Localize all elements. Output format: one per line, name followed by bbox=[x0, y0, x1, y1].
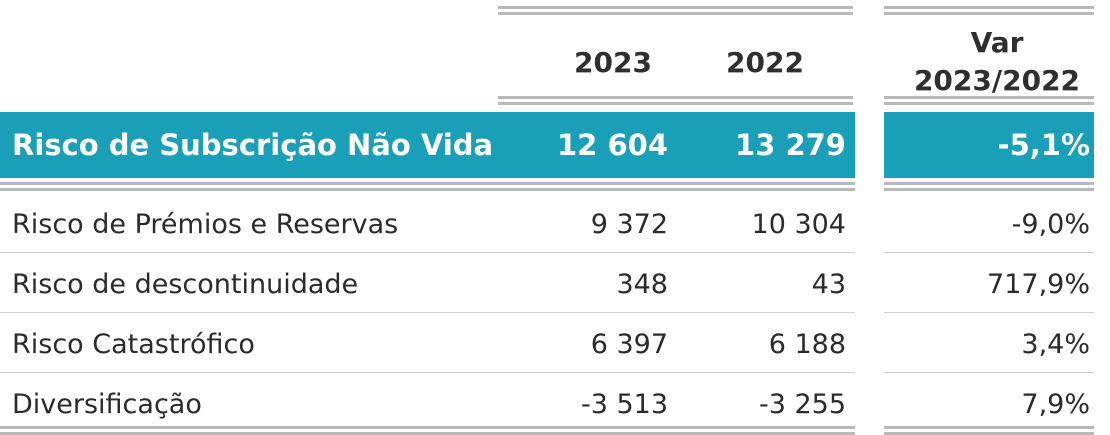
highlight-rule-right bbox=[884, 182, 1094, 191]
row-2023-value: 6 397 bbox=[590, 329, 668, 360]
row-2023-value: -3 513 bbox=[580, 389, 668, 420]
row-label: Diversificação bbox=[12, 389, 202, 420]
column-header-2023: 2023 bbox=[574, 46, 652, 79]
row-label: Risco de descontinuidade bbox=[12, 269, 359, 300]
column-header-var-line2: 2023/2022 bbox=[913, 64, 1081, 97]
row-label: Risco de Prémios e Reservas bbox=[12, 209, 399, 240]
highlight-row-var: -5,1% bbox=[997, 128, 1090, 162]
row-divider bbox=[0, 372, 855, 373]
row-2022-value: 43 bbox=[811, 269, 846, 300]
row-divider bbox=[884, 372, 1094, 373]
row-2022-value: 6 188 bbox=[768, 329, 846, 360]
column-header-2022: 2022 bbox=[726, 46, 804, 79]
row-divider bbox=[0, 312, 855, 313]
row-var-value: 717,9% bbox=[987, 269, 1090, 300]
bottom-rule-right bbox=[884, 426, 1094, 435]
row-divider bbox=[884, 252, 1094, 253]
top-rule-right bbox=[884, 6, 1094, 15]
highlight-row-2023: 12 604 bbox=[557, 128, 668, 162]
row-var-value: 7,9% bbox=[1021, 389, 1090, 420]
bottom-rule-left bbox=[0, 426, 855, 435]
top-rule-left bbox=[498, 6, 853, 15]
column-header-var-line1: Var bbox=[970, 26, 1024, 59]
row-label: Risco Catastrófico bbox=[12, 329, 255, 360]
row-divider bbox=[0, 252, 855, 253]
row-2022-value: -3 255 bbox=[758, 389, 846, 420]
row-var-value: 3,4% bbox=[1021, 329, 1090, 360]
header-rule-right bbox=[884, 96, 1094, 105]
highlight-rule-left bbox=[0, 182, 855, 191]
row-2023-value: 9 372 bbox=[590, 209, 668, 240]
header-rule-left bbox=[498, 96, 853, 105]
row-divider bbox=[884, 312, 1094, 313]
row-var-value: -9,0% bbox=[1011, 209, 1090, 240]
highlight-row-2022: 13 279 bbox=[735, 128, 846, 162]
highlight-row-label: Risco de Subscrição Não Vida bbox=[12, 128, 494, 162]
row-2022-value: 10 304 bbox=[751, 209, 846, 240]
row-2023-value: 348 bbox=[616, 269, 668, 300]
